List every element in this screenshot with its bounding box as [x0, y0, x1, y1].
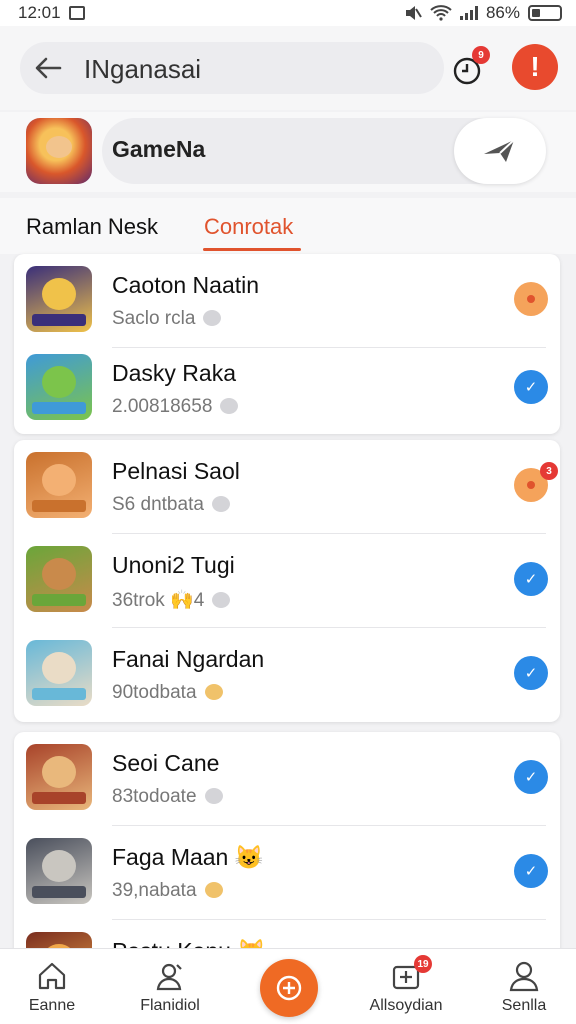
- notification-icon: [68, 6, 85, 20]
- search-query[interactable]: INganasai: [84, 54, 201, 85]
- app-logo[interactable]: [26, 118, 92, 184]
- game-icon: [26, 546, 92, 612]
- list-item[interactable]: Pelnasi Saol S6 dntbata 3: [14, 440, 560, 534]
- chat-icon: [212, 592, 231, 608]
- game-title: Seoi Cane: [112, 750, 220, 776]
- search-bar[interactable]: INganasai: [20, 42, 444, 94]
- game-subtitle: 83todoate: [112, 786, 223, 808]
- status-badge: 3: [540, 462, 558, 480]
- user-icon: [509, 961, 539, 992]
- list-item[interactable]: Faga Maan 😺 39,nabata ✓: [14, 826, 560, 920]
- game-subtitle: 39,nabata: [112, 880, 223, 902]
- list-item[interactable]: Fanai Ngardan 90todbata ✓: [14, 628, 560, 722]
- game-icon: [26, 838, 92, 904]
- list-item[interactable]: Unoni2 Tugi 36trok 🙌4 ✓: [14, 534, 560, 628]
- tab-conrotak[interactable]: Conrotak: [204, 214, 293, 240]
- check-icon[interactable]: ✓: [514, 854, 548, 888]
- nav-senlla[interactable]: Senlla: [474, 959, 574, 1015]
- game-icon: [26, 354, 92, 420]
- tab-bar: Ramlan Nesk Conrotak: [0, 198, 576, 254]
- mute-icon: [405, 6, 422, 20]
- battery-icon: [528, 5, 562, 21]
- bottom-nav: Eanne Flanidiol 19 Allsoydian Senlla: [0, 948, 576, 1024]
- check-icon[interactable]: ✓: [514, 370, 548, 404]
- game-icon: [26, 744, 92, 810]
- chat-icon: [211, 496, 230, 512]
- nav-center-action[interactable]: [260, 959, 318, 1017]
- nav-home[interactable]: Eanne: [2, 959, 102, 1015]
- game-subtitle: 36trok 🙌4: [112, 588, 231, 612]
- home-icon: [38, 962, 66, 990]
- game-title: Pelnasi Saol: [112, 458, 240, 484]
- check-icon[interactable]: ✓: [514, 760, 548, 794]
- battery-percent: 86%: [485, 3, 520, 22]
- game-icon: [26, 266, 92, 332]
- check-icon[interactable]: ✓: [514, 656, 548, 690]
- game-title: Faga Maan 😺: [112, 844, 264, 870]
- star-icon: [204, 684, 223, 700]
- nav-flanidiol[interactable]: Flanidiol: [120, 959, 220, 1015]
- game-title: Unoni2 Tugi: [112, 552, 235, 578]
- app-header: GameNa: [0, 112, 576, 192]
- share-button[interactable]: [454, 118, 546, 184]
- list-item[interactable]: Seoi Cane 83todoate ✓: [14, 732, 560, 826]
- inbox-badge: 19: [414, 955, 432, 973]
- center-action-icon: [276, 975, 302, 1001]
- chat-icon: [203, 310, 222, 326]
- plane-icon: [484, 139, 515, 162]
- game-subtitle: 90todbata: [112, 682, 223, 704]
- game-subtitle: Saclo rcla: [112, 308, 222, 330]
- game-subtitle: S6 dntbata: [112, 494, 230, 516]
- list-item[interactable]: Caoton Naatin Saclo rcla: [14, 254, 560, 348]
- game-group-3: Seoi Cane 83todoate ✓ Faga Maan 😺 39,nab…: [14, 732, 560, 998]
- chat-icon: [204, 788, 223, 804]
- app-name: GameNa: [112, 136, 206, 162]
- pending-status-icon[interactable]: [514, 282, 548, 316]
- profile-edit-icon: [156, 963, 182, 991]
- game-title: Fanai Ngardan: [112, 646, 265, 672]
- game-group-1: Caoton Naatin Saclo rcla Dasky Raka 2.00…: [14, 254, 560, 434]
- list-item[interactable]: Dasky Raka 2.00818658 ✓: [14, 342, 560, 436]
- game-title: Dasky Raka: [112, 360, 236, 386]
- top-bar: INganasai 9 !: [0, 26, 576, 110]
- active-tab-indicator: [203, 248, 301, 251]
- game-title: Caoton Naatin: [112, 272, 260, 298]
- status-time: 12:01: [18, 3, 61, 22]
- star-icon: [204, 882, 223, 898]
- nav-allsoydian[interactable]: 19 Allsoydian: [356, 955, 456, 1015]
- game-subtitle: 2.00818658: [112, 396, 239, 418]
- back-arrow-icon[interactable]: [34, 55, 62, 81]
- status-bar: 12:01 86%: [0, 0, 576, 26]
- chat-icon: [220, 398, 239, 414]
- tab-ramlan-nesk[interactable]: Ramlan Nesk: [26, 214, 158, 240]
- game-group-2: Pelnasi Saol S6 dntbata 3 Unoni2 Tugi 36…: [14, 440, 560, 722]
- game-icon: [26, 452, 92, 518]
- game-icon: [26, 640, 92, 706]
- exclamation-icon: !: [530, 51, 540, 82]
- alert-button[interactable]: !: [512, 44, 558, 90]
- history-badge: 9: [472, 46, 490, 64]
- signal-icon: [459, 6, 478, 20]
- check-icon[interactable]: ✓: [514, 562, 548, 596]
- wifi-icon: [430, 5, 452, 21]
- history-button[interactable]: 9: [452, 46, 490, 86]
